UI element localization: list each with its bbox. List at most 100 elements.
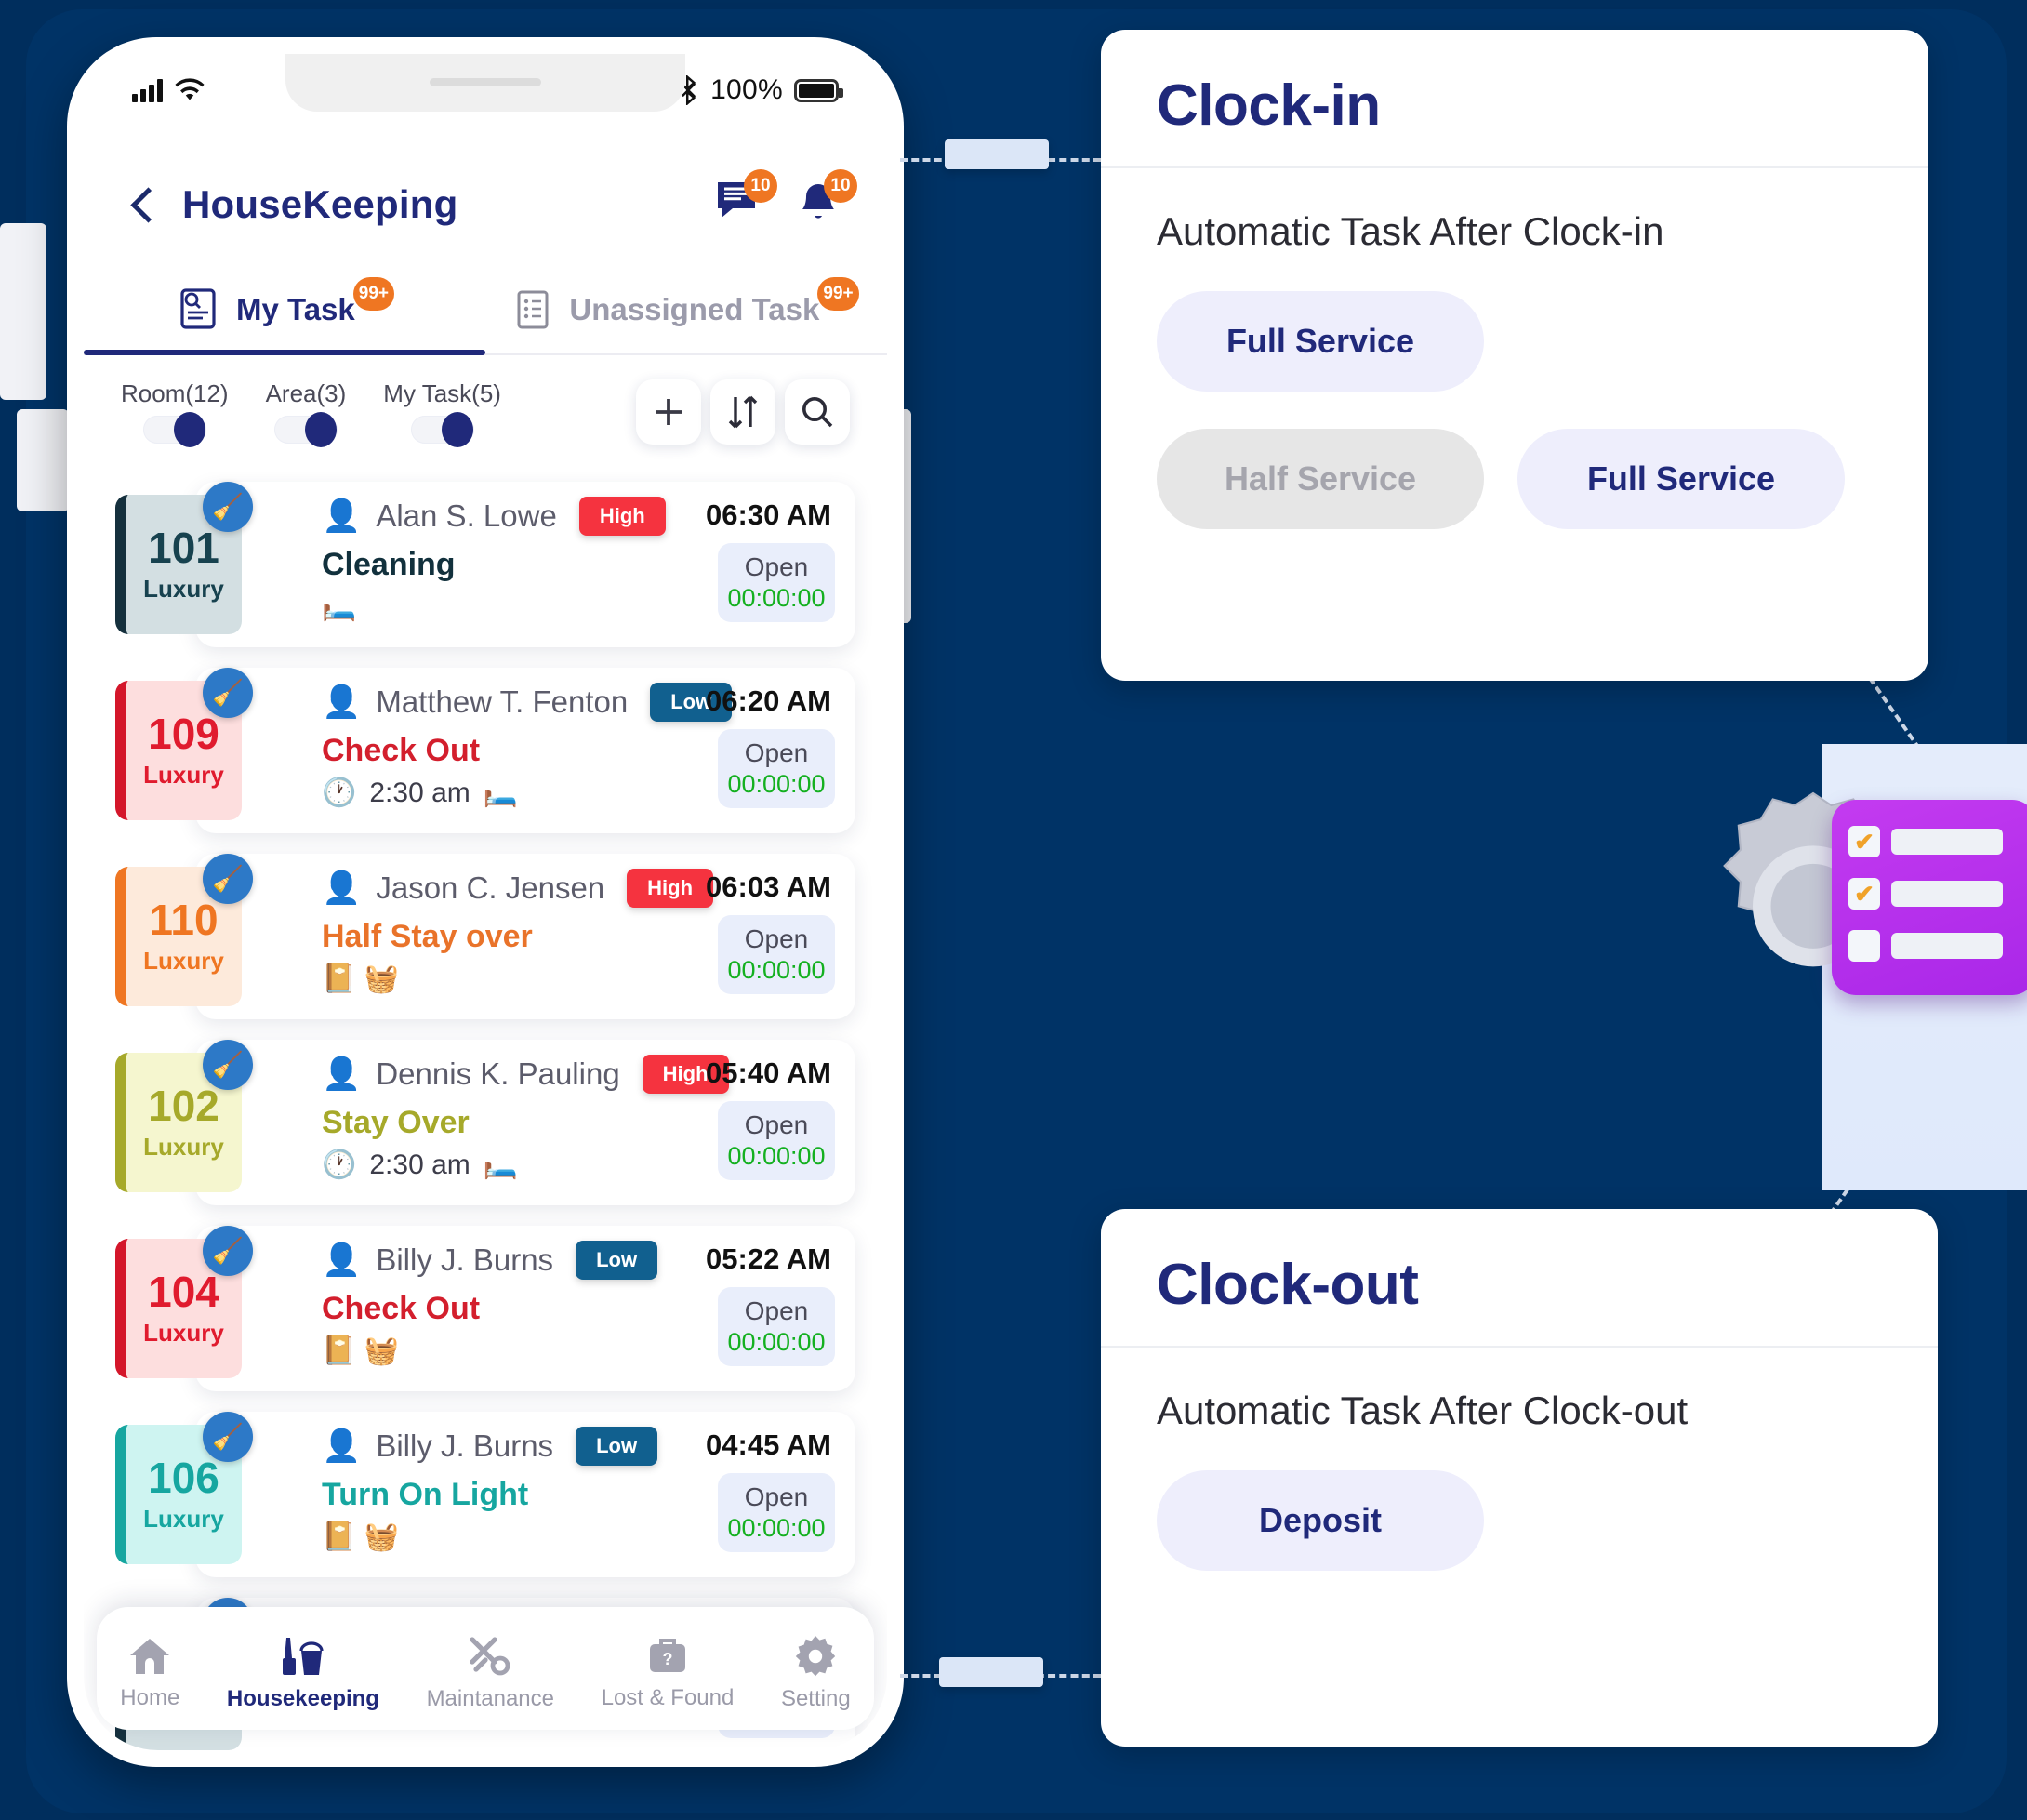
wifi-icon	[175, 78, 205, 100]
status-label: Open	[744, 924, 809, 953]
nav-item-setting[interactable]: Setting	[781, 1634, 851, 1712]
assignee-name: Billy J. Burns	[376, 1428, 554, 1463]
status-box[interactable]: Open 00:00:00	[718, 543, 835, 622]
tab-badge: 99+	[352, 277, 394, 311]
selected-service-pill[interactable]: Full Service	[1157, 291, 1484, 392]
task-emoji: 🛏️	[322, 591, 357, 622]
clock-in-panel: Clock-in Automatic Task After Clock-in F…	[1101, 30, 1928, 681]
room-number: 102	[148, 1081, 219, 1130]
nav-item-home[interactable]: Home	[120, 1635, 179, 1711]
room-number: 106	[148, 1453, 219, 1502]
task-card[interactable]: 106 Luxury 🧹 👤 Billy J. Burns Low Turn O…	[115, 1412, 855, 1577]
clock-out-header: Clock-out	[1101, 1209, 1938, 1348]
plus-icon	[656, 399, 682, 425]
task-time: 06:30 AM	[706, 498, 831, 531]
person-icon: 👤	[322, 684, 362, 720]
toggle-area[interactable]	[273, 412, 338, 447]
tab-bar: My Task 99+ Unassigned Task 99+	[84, 266, 887, 355]
status-timer: 00:00:00	[727, 956, 826, 984]
priority-badge: High	[627, 869, 714, 908]
task-emoji: 🛏️	[483, 1149, 519, 1180]
task-time: 06:03 AM	[706, 870, 831, 903]
nav-item-maintenance[interactable]: Maintanance	[427, 1634, 554, 1712]
filter-area[interactable]: Area(3)	[265, 379, 347, 447]
bell-icon[interactable]: 10	[796, 169, 857, 229]
broom-badge-icon: 🧹	[203, 854, 253, 904]
task-card[interactable]: 109 Luxury 🧹 👤 Matthew T. Fenton Low Che…	[115, 668, 855, 833]
bell-badge: 10	[824, 169, 857, 203]
status-box[interactable]: Open 00:00:00	[718, 1473, 835, 1552]
gear-icon	[796, 1636, 836, 1677]
deposit-pill[interactable]: Deposit	[1157, 1470, 1484, 1571]
room-tag[interactable]: 104 Luxury 🧹	[115, 1226, 253, 1378]
nav-label: Housekeeping	[226, 1686, 379, 1711]
search-button[interactable]	[785, 379, 850, 445]
nav-label: Maintanance	[426, 1686, 554, 1711]
room-tag[interactable]: 109 Luxury 🧹	[115, 668, 253, 820]
checkbox-checked: ✔	[1848, 826, 1880, 857]
tab-unassigned-task[interactable]: Unassigned Task 99+	[485, 266, 887, 353]
document-list-icon	[517, 290, 549, 329]
clock-in-subtitle: Automatic Task After Clock-in	[1157, 209, 1664, 253]
task-card[interactable]: 101 Luxury 🧹 👤 Alan S. Lowe High Cleanin…	[115, 482, 855, 647]
add-button[interactable]	[636, 379, 701, 445]
clock-icon: 🕐	[322, 1149, 357, 1180]
app-header: HouseKeeping 10 10	[84, 154, 887, 255]
room-tag[interactable]: 101 Luxury 🧹	[115, 482, 253, 634]
priority-badge: Low	[576, 1427, 658, 1466]
task-card[interactable]: 110 Luxury 🧹 👤 Jason C. Jensen High Half…	[115, 854, 855, 1019]
room-tag[interactable]: 106 Luxury 🧹	[115, 1412, 253, 1564]
room-type: Luxury	[143, 574, 224, 603]
filter-room[interactable]: Room(12)	[121, 379, 229, 447]
checklist-bar	[1891, 829, 2003, 855]
status-bar: 100%	[84, 54, 887, 126]
room-number: 110	[149, 895, 219, 944]
tab-badge: 99+	[817, 277, 859, 311]
task-card[interactable]: 104 Luxury 🧹 👤 Billy J. Burns Low Check …	[115, 1226, 855, 1391]
page-title: HouseKeeping	[182, 182, 458, 226]
broom-badge-icon: 🧹	[203, 482, 253, 532]
status-box[interactable]: Open 00:00:00	[718, 729, 835, 808]
toggle-room[interactable]	[142, 412, 206, 447]
person-icon: 👤	[322, 1242, 362, 1278]
room-tag[interactable]: 110 Luxury 🧹	[115, 854, 253, 1006]
status-timer: 00:00:00	[727, 770, 826, 798]
task-emoji: 📔 🧺	[322, 1335, 400, 1366]
status-timer: 00:00:00	[727, 1514, 826, 1542]
half-service-option[interactable]: Half Service	[1157, 429, 1484, 529]
decor-sliver	[0, 223, 46, 400]
clock-out-body: Automatic Task After Clock-out Deposit	[1101, 1348, 1938, 1619]
broom-badge-icon: 🧹	[203, 668, 253, 718]
task-time: 04:45 AM	[706, 1428, 831, 1461]
status-box[interactable]: Open 00:00:00	[718, 915, 835, 994]
room-tag[interactable]: 102 Luxury 🧹	[115, 1040, 253, 1192]
nav-item-lost-found[interactable]: ? Lost & Found	[602, 1635, 734, 1711]
gear-checklist-illustration: ✔ ✔	[1692, 744, 2027, 1228]
task-emoji: 📔 🧺	[322, 1521, 400, 1552]
status-box[interactable]: Open 00:00:00	[718, 1101, 835, 1180]
clock-in-body: Automatic Task After Clock-in Full Servi…	[1101, 168, 1928, 578]
meta-time: 2:30 am	[369, 777, 470, 808]
nav-item-housekeeping[interactable]: Housekeeping	[227, 1634, 379, 1712]
clock-out-subtitle: Automatic Task After Clock-out	[1157, 1388, 1689, 1432]
clock-in-header: Clock-in	[1101, 30, 1928, 168]
sort-button[interactable]	[710, 379, 775, 445]
task-card[interactable]: 102 Luxury 🧹 👤 Dennis K. Pauling High St…	[115, 1040, 855, 1205]
tab-my-task[interactable]: My Task 99+	[84, 266, 485, 355]
toggle-my-task[interactable]	[410, 412, 474, 447]
chat-icon[interactable]: 10	[716, 169, 777, 229]
full-service-option[interactable]: Full Service	[1517, 429, 1845, 529]
clock-icon: 🕐	[322, 777, 357, 808]
priority-badge: Low	[576, 1241, 658, 1280]
filter-my-task[interactable]: My Task(5)	[383, 379, 501, 447]
task-time: 05:40 AM	[706, 1056, 831, 1089]
task-list[interactable]: 101 Luxury 🧹 👤 Alan S. Lowe High Cleanin…	[84, 472, 887, 1750]
checklist-row: ✔	[1848, 826, 2027, 857]
filter-label: Area(3)	[265, 379, 347, 407]
filter-row: Room(12) Area(3) My Task(5)	[84, 368, 887, 472]
status-box[interactable]: Open 00:00:00	[718, 1287, 835, 1366]
tools-icon	[470, 1637, 510, 1676]
checkbox-checked: ✔	[1848, 878, 1880, 910]
back-chevron-icon[interactable]	[126, 189, 158, 220]
status-label: Open	[744, 1482, 809, 1511]
